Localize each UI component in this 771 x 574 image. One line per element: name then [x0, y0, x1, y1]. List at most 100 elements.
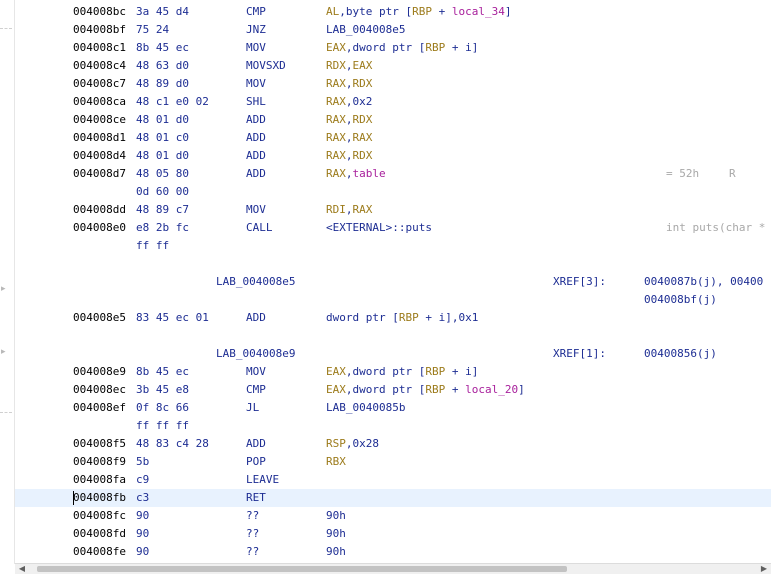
instruction-operands[interactable]: EAX,dword ptr [RBP + i]: [326, 363, 478, 381]
listing-row[interactable]: 004008fb c3 RET: [15, 489, 771, 507]
listing-row[interactable]: 004008ca 48 c1 e0 02 SHL RAX,0x2: [15, 93, 771, 111]
instruction-operands[interactable]: RSP,0x28: [326, 435, 379, 453]
instruction-operands[interactable]: dword ptr [RBP + i],0x1: [326, 309, 478, 327]
instruction-operands[interactable]: LAB_004008e5: [326, 21, 405, 39]
listing-row[interactable]: 004008c4 48 63 d0 MOVSXD RDX,EAX: [15, 57, 771, 75]
listing-row[interactable]: 004008fa c9 LEAVE: [15, 471, 771, 489]
instruction-operands[interactable]: RAX,RAX: [326, 129, 372, 147]
operand-register[interactable]: RAX: [353, 131, 373, 144]
instruction-bytes[interactable]: 48 63 d0: [136, 57, 189, 75]
instruction-operands[interactable]: RDX,EAX: [326, 57, 372, 75]
instruction-bytes[interactable]: 8b 45 ec: [136, 39, 189, 57]
instruction-address[interactable]: 004008d7: [73, 165, 126, 183]
instruction-bytes-continued[interactable]: ff ff: [136, 237, 169, 255]
instruction-address[interactable]: 004008f5: [73, 435, 126, 453]
listing-row[interactable]: 004008d7 48 05 80 ADD RAX,table = 52h R: [15, 165, 771, 183]
instruction-address[interactable]: 004008fc: [73, 507, 126, 525]
operand-variable[interactable]: local_34: [452, 5, 505, 18]
instruction-operands[interactable]: RDI,RAX: [326, 201, 372, 219]
instruction-bytes[interactable]: 90: [136, 525, 149, 543]
instruction-bytes[interactable]: 90: [136, 543, 149, 561]
instruction-operands[interactable]: EAX,dword ptr [RBP + local_20]: [326, 381, 525, 399]
horizontal-scrollbar[interactable]: ◀ ▶: [15, 563, 771, 574]
instruction-bytes[interactable]: 83 45 ec 01: [136, 309, 209, 327]
code-label-row[interactable]: LAB_004008e9 XREF[1]: 00400856(j): [15, 345, 771, 363]
instruction-mnemonic[interactable]: ??: [246, 525, 259, 543]
operand-variable[interactable]: table: [353, 167, 386, 180]
operand-register[interactable]: RAX: [326, 95, 346, 108]
instruction-mnemonic[interactable]: ADD: [246, 129, 266, 147]
instruction-operands[interactable]: RAX,table: [326, 165, 386, 183]
scroll-left-icon[interactable]: ◀: [17, 564, 27, 574]
listing-row[interactable]: 004008e9 8b 45 ec MOV EAX,dword ptr [RBP + …: [15, 363, 771, 381]
operand-register[interactable]: RDX: [353, 149, 373, 162]
instruction-bytes-continued[interactable]: 0d 60 00: [136, 183, 189, 201]
operand-register[interactable]: EAX: [326, 365, 346, 378]
instruction-mnemonic[interactable]: MOVSXD: [246, 57, 286, 75]
instruction-address[interactable]: 004008d1: [73, 129, 126, 147]
operand-register[interactable]: RDI: [326, 203, 346, 216]
instruction-operands[interactable]: LAB_0040085b: [326, 399, 405, 417]
operand-register[interactable]: RBP: [425, 365, 445, 378]
instruction-bytes[interactable]: 48 05 80: [136, 165, 189, 183]
operand-register[interactable]: EAX: [326, 383, 346, 396]
instruction-mnemonic[interactable]: ??: [246, 507, 259, 525]
instruction-mnemonic[interactable]: POP: [246, 453, 266, 471]
instruction-operands[interactable]: RAX,RDX: [326, 75, 372, 93]
instruction-bytes[interactable]: 8b 45 ec: [136, 363, 189, 381]
operand-register[interactable]: RBP: [412, 5, 432, 18]
listing-row[interactable]: 004008fe 90?? 90h: [15, 543, 771, 561]
instruction-mnemonic[interactable]: SHL: [246, 93, 266, 111]
instruction-mnemonic[interactable]: MOV: [246, 39, 266, 57]
listing-row[interactable]: 004008ef 0f 8c 66 JL LAB_0040085b: [15, 399, 771, 417]
instruction-operands[interactable]: 90h: [326, 507, 346, 525]
xref-list-continued[interactable]: 004008bf(j): [644, 291, 717, 309]
instruction-mnemonic[interactable]: MOV: [246, 201, 266, 219]
instruction-operands[interactable]: 90h: [326, 543, 346, 561]
listing-gutter[interactable]: ▸ ▸: [0, 0, 15, 564]
instruction-mnemonic[interactable]: MOV: [246, 75, 266, 93]
instruction-bytes[interactable]: 48 89 d0: [136, 75, 189, 93]
instruction-mnemonic[interactable]: ADD: [246, 147, 266, 165]
instruction-address[interactable]: 004008ce: [73, 111, 126, 129]
listing-row[interactable]: ff ff: [15, 237, 771, 255]
instruction-address[interactable]: 004008ef: [73, 399, 126, 417]
listing-row[interactable]: 004008e0 e8 2b fc CALL <EXTERNAL>::puts int …: [15, 219, 771, 237]
instruction-operands[interactable]: RAX,0x2: [326, 93, 372, 111]
instruction-bytes[interactable]: 3a 45 d4: [136, 3, 189, 21]
listing-row[interactable]: 004008e5 83 45 ec 01 ADD dword ptr [RBP + i…: [15, 309, 771, 327]
instruction-operands[interactable]: 90h: [326, 525, 346, 543]
listing-row[interactable]: 004008fc 90?? 90h: [15, 507, 771, 525]
instruction-mnemonic[interactable]: RET: [246, 489, 266, 507]
instruction-bytes-continued[interactable]: ff ff ff: [136, 417, 189, 435]
instruction-bytes[interactable]: 48 01 d0: [136, 111, 189, 129]
instruction-bytes[interactable]: c3: [136, 489, 149, 507]
instruction-address[interactable]: 004008bc: [73, 3, 126, 21]
operand-register[interactable]: EAX: [326, 41, 346, 54]
listing-row[interactable]: 004008bf(j): [15, 291, 771, 309]
operand-register[interactable]: RAX: [326, 149, 346, 162]
instruction-address[interactable]: 004008fa: [73, 471, 126, 489]
instruction-operands[interactable]: EAX,dword ptr [RBP + i]: [326, 39, 478, 57]
instruction-address[interactable]: 004008ca: [73, 93, 126, 111]
instruction-address[interactable]: 004008c7: [73, 75, 126, 93]
instruction-bytes[interactable]: e8 2b fc: [136, 219, 189, 237]
listing-row[interactable]: 0d 60 00: [15, 183, 771, 201]
instruction-operands[interactable]: AL,byte ptr [RBP + local_34]: [326, 3, 511, 21]
operand-register[interactable]: RAX: [353, 203, 373, 216]
listing-row[interactable]: 004008bc 3a 45 d4 CMP AL,byte ptr [RBP + lo…: [15, 3, 771, 21]
instruction-operands[interactable]: <EXTERNAL>::puts: [326, 219, 432, 237]
instruction-mnemonic[interactable]: MOV: [246, 363, 266, 381]
listing-row[interactable]: 004008f5 48 83 c4 28 ADD RSP,0x28: [15, 435, 771, 453]
instruction-bytes[interactable]: c9: [136, 471, 149, 489]
operand-register[interactable]: RAX: [326, 77, 346, 90]
operand-register[interactable]: RSP: [326, 437, 346, 450]
operand-register[interactable]: AL: [326, 5, 339, 18]
instruction-address[interactable]: 004008fe: [73, 543, 126, 561]
xref-list[interactable]: 0040087b(j), 00400: [644, 273, 763, 291]
code-label[interactable]: LAB_004008e5: [216, 273, 295, 291]
instruction-bytes[interactable]: 48 01 d0: [136, 147, 189, 165]
instruction-address[interactable]: 004008fd: [73, 525, 126, 543]
listing-row[interactable]: 004008ce 48 01 d0 ADD RAX,RDX: [15, 111, 771, 129]
listing-row[interactable]: 004008d1 48 01 c0 ADD RAX,RAX: [15, 129, 771, 147]
